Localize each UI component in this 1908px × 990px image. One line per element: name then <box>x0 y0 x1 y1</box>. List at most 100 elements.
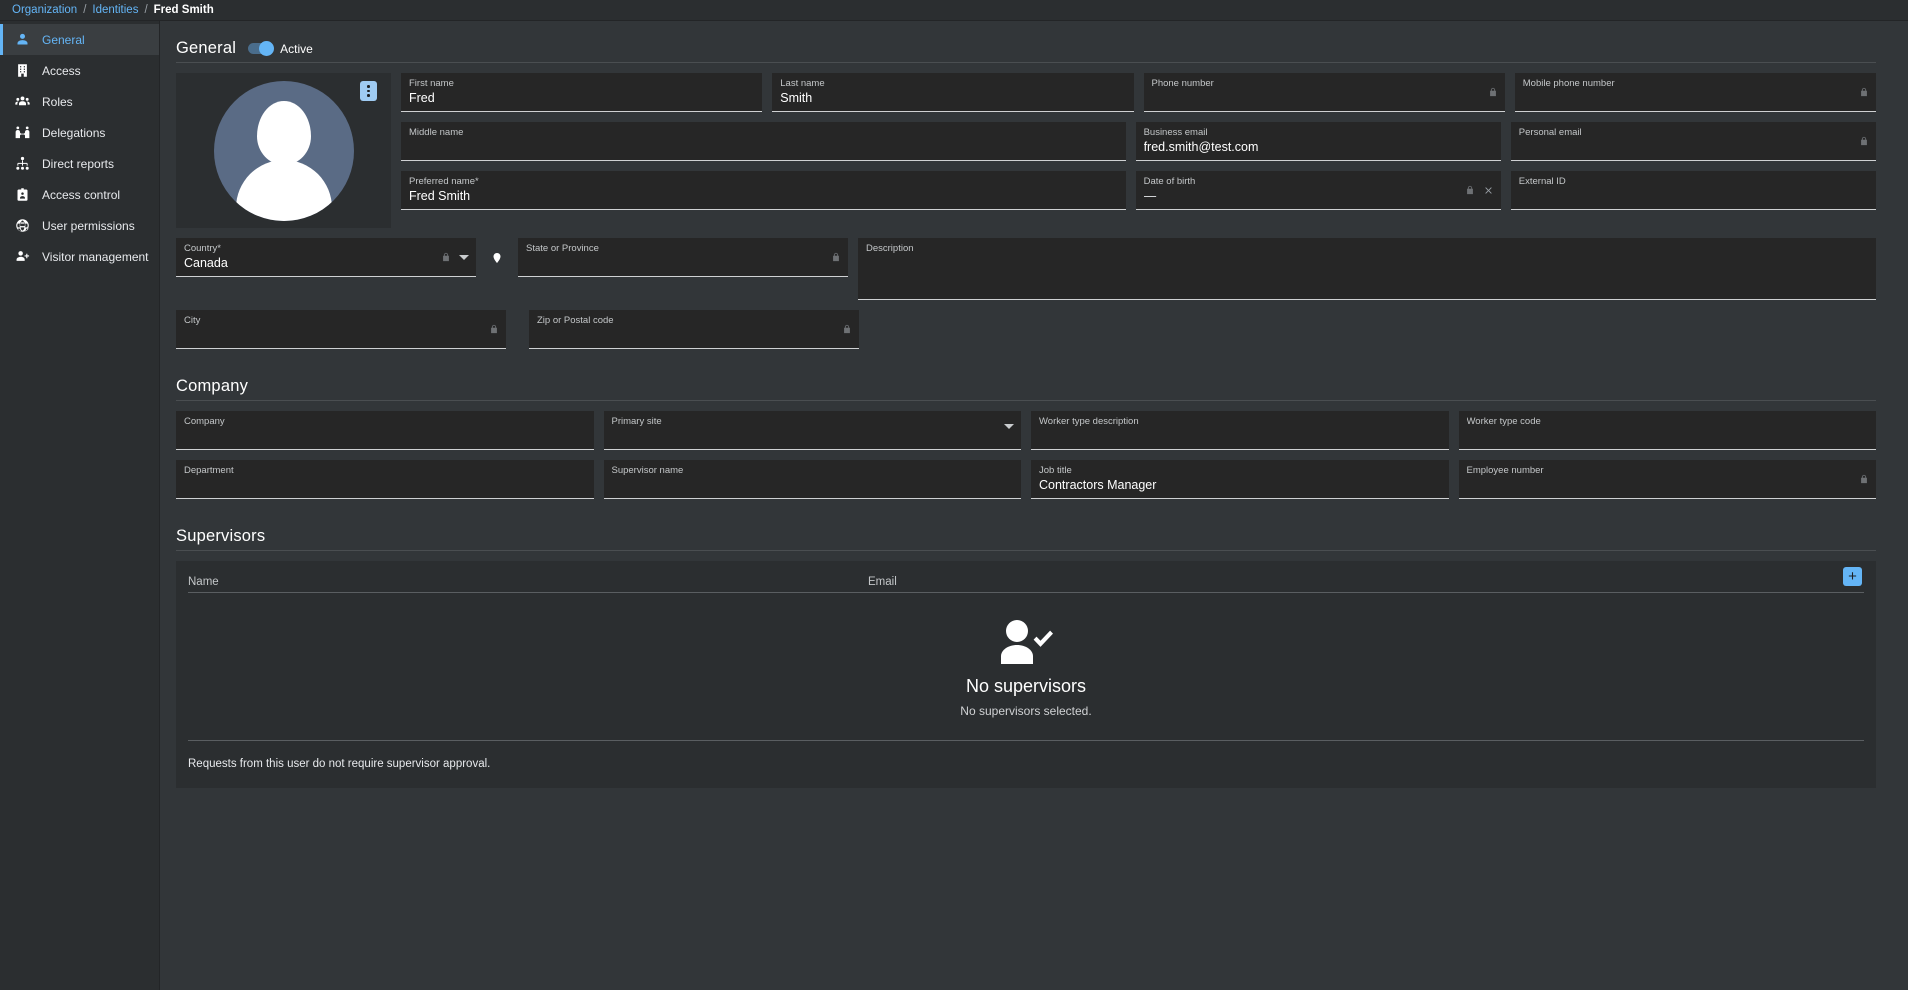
date-of-birth-field[interactable]: Date of birth — <box>1135 171 1501 210</box>
city-label: City <box>184 315 201 326</box>
kebab-menu-icon[interactable] <box>360 81 377 101</box>
phone-number-label: Phone number <box>1151 78 1214 89</box>
building-icon <box>14 63 30 79</box>
avatar-body <box>235 159 332 221</box>
sidebar: General Access Roles Delegations Direct <box>0 21 160 990</box>
country-field[interactable]: Country* Canada <box>176 238 476 277</box>
breadcrumb-item-organization[interactable]: Organization <box>12 4 77 16</box>
state-province-field[interactable]: State or Province <box>518 238 848 277</box>
lock-icon <box>491 324 497 334</box>
date-of-birth-label: Date of birth <box>1143 176 1196 187</box>
primary-site-label: Primary site <box>611 416 662 427</box>
first-name-label: First name <box>409 78 454 89</box>
company-section-divider <box>176 400 1876 401</box>
lock-icon <box>1489 87 1496 97</box>
supervisor-name-label: Supervisor name <box>611 465 684 476</box>
zip-postal-field[interactable]: Zip or Postal code <box>529 310 859 349</box>
lock-icon <box>844 324 850 334</box>
lock-icon <box>1861 474 1867 484</box>
sidebar-item-access-control[interactable]: Access control <box>0 179 159 210</box>
worker-type-code-field[interactable]: Worker type code <box>1458 411 1876 450</box>
job-title-field[interactable]: Job title Contractors Manager <box>1031 460 1449 499</box>
sidebar-item-access[interactable]: Access <box>0 55 159 86</box>
breadcrumb-item-current: Fred Smith <box>153 4 214 16</box>
lock-icon <box>1861 87 1867 97</box>
lock-icon <box>1861 136 1867 146</box>
date-of-birth-value: — <box>1143 189 1157 203</box>
org-chart-icon <box>14 156 30 172</box>
supervisors-table-header: Name Email + <box>188 561 1864 593</box>
sidebar-item-visitor-management[interactable]: Visitor management <box>0 241 159 272</box>
active-status-toggle[interactable]: Active <box>248 41 313 56</box>
field-row-5: City Zip or Postal code <box>176 310 1876 349</box>
last-name-field[interactable]: Last name Smith <box>772 73 1134 112</box>
middle-name-field[interactable]: Middle name <box>401 122 1126 161</box>
people-group-icon <box>14 94 30 110</box>
middle-name-label: Middle name <box>409 127 464 138</box>
field-row-1: First name Fred Last name Smith Phone nu… <box>401 73 1876 112</box>
supervisor-approval-note: Requests from this user do not require s… <box>188 758 491 770</box>
field-row-4: Country* Canada State or Province Descri… <box>176 238 1876 300</box>
person-add-icon <box>14 249 30 265</box>
breadcrumb-separator: / <box>144 4 148 16</box>
company-field[interactable]: Company <box>176 411 594 450</box>
primary-site-field[interactable]: Primary site <box>603 411 1021 450</box>
avatar-head <box>256 100 311 165</box>
person-check-icon <box>993 618 1059 668</box>
company-label: Company <box>184 416 225 427</box>
avatar <box>213 80 354 221</box>
employee-number-field[interactable]: Employee number <box>1458 460 1876 499</box>
close-icon[interactable] <box>1483 185 1494 196</box>
sidebar-item-label: User permissions <box>42 218 135 233</box>
department-field[interactable]: Department <box>176 460 594 499</box>
toggle-knob <box>259 41 275 56</box>
phone-number-field[interactable]: Phone number <box>1143 73 1505 112</box>
sidebar-item-label: Access <box>42 63 81 78</box>
worker-type-code-label: Worker type code <box>1466 416 1541 427</box>
sidebar-item-direct-reports[interactable]: Direct reports <box>0 148 159 179</box>
preferred-name-field[interactable]: Preferred name* Fred Smith <box>401 171 1126 210</box>
lock-icon <box>833 252 839 262</box>
plus-icon: + <box>1848 568 1857 585</box>
empty-state-subtitle: No supervisors selected. <box>960 704 1092 718</box>
toggle-track[interactable] <box>248 41 275 56</box>
preferred-name-value: Fred Smith <box>409 189 471 203</box>
external-id-field[interactable]: External ID <box>1510 171 1877 210</box>
business-email-value: fred.smith@test.com <box>1143 140 1259 154</box>
sidebar-item-label: Delegations <box>42 125 106 140</box>
empty-state-title: No supervisors <box>965 676 1087 696</box>
last-name-value: Smith <box>780 91 813 105</box>
identity-top-block: First name Fred Last name Smith Phone nu… <box>176 73 1877 228</box>
worker-type-description-field[interactable]: Worker type description <box>1031 411 1449 450</box>
first-name-field[interactable]: First name Fred <box>401 73 763 112</box>
sidebar-item-general[interactable]: General <box>0 24 159 55</box>
department-label: Department <box>184 465 234 476</box>
mobile-phone-label: Mobile phone number <box>1522 78 1615 89</box>
sidebar-item-roles[interactable]: Roles <box>0 86 159 117</box>
first-name-value: Fred <box>409 91 435 105</box>
city-field[interactable]: City <box>176 310 506 349</box>
breadcrumb-separator: / <box>83 4 87 16</box>
person-icon <box>14 32 30 48</box>
business-email-field[interactable]: Business email fred.smith@test.com <box>1135 122 1501 161</box>
lock-icon <box>443 252 449 262</box>
identity-fields: First name Fred Last name Smith Phone nu… <box>401 73 1877 228</box>
company-field-row-2: Department Supervisor name Job title Con… <box>176 460 1876 499</box>
sidebar-item-label: Access control <box>42 187 121 202</box>
add-supervisor-button[interactable]: + <box>1843 567 1862 586</box>
breadcrumb-item-identities[interactable]: Identities <box>92 4 138 16</box>
personal-email-field[interactable]: Personal email <box>1510 122 1877 161</box>
supervisor-name-field[interactable]: Supervisor name <box>603 460 1021 499</box>
mobile-phone-field[interactable]: Mobile phone number <box>1514 73 1876 112</box>
chevron-down-icon[interactable] <box>459 254 469 260</box>
sidebar-item-user-permissions[interactable]: User permissions <box>0 210 159 241</box>
sidebar-item-label: Visitor management <box>42 249 149 264</box>
employee-number-label: Employee number <box>1466 465 1544 476</box>
chevron-down-icon[interactable] <box>1004 424 1014 429</box>
map-pin-icon[interactable] <box>486 238 508 277</box>
supervisors-table: Name Email + No supervisors No superviso… <box>176 561 1876 788</box>
app-shell: General Access Roles Delegations Direct <box>0 21 1908 990</box>
job-title-label: Job title <box>1039 465 1072 476</box>
description-field[interactable]: Description <box>858 238 1876 300</box>
sidebar-item-delegations[interactable]: Delegations <box>0 117 159 148</box>
